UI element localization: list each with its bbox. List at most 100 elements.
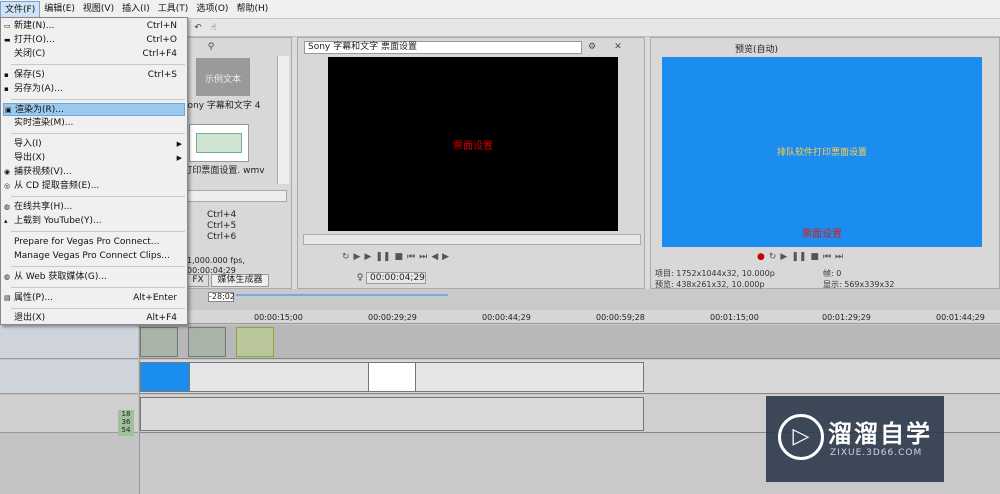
- timeline-clip[interactable]: [140, 327, 178, 357]
- menu-item-realtime-render[interactable]: 实时渲染(M)...: [3, 117, 185, 130]
- timeline-clip-blue[interactable]: [140, 362, 190, 392]
- menu-item-render-as[interactable]: ▣ 渲染为(R)...: [3, 103, 185, 116]
- undo-icon[interactable]: ↶: [192, 22, 204, 34]
- thumbnail-wmv[interactable]: [189, 124, 249, 162]
- menu-tools[interactable]: 工具(T): [154, 1, 193, 18]
- go-start-icon[interactable]: ⏮: [823, 252, 831, 262]
- menu-item-open[interactable]: ▬ 打开(O)... Ctrl+O: [3, 34, 185, 47]
- trimmer-title-dropdown[interactable]: Sony 字幕和文字 票面设置: [304, 41, 582, 54]
- thumbnail-text: 示例文本: [204, 75, 241, 85]
- recent-shortcut: Ctrl+4: [207, 210, 237, 220]
- menu-item-prepare-connect[interactable]: Prepare for Vegas Pro Connect...: [3, 236, 185, 249]
- trimmer-timecode[interactable]: 00:00:04;29: [366, 272, 426, 284]
- menu-item-label: 属性(P)...: [14, 293, 54, 303]
- prev-frame-icon[interactable]: ◀: [431, 252, 438, 262]
- explorer-scrollbar[interactable]: [277, 56, 289, 184]
- ruler-label: 00:00:44;29: [482, 313, 531, 322]
- menu-item-label: 打开(O)...: [14, 35, 55, 45]
- trimmer-video-screen: 票面设置: [328, 57, 618, 231]
- go-end-icon[interactable]: ⏭: [835, 252, 843, 262]
- properties-icon[interactable]: ⚙: [586, 41, 598, 53]
- play-icon[interactable]: ▶: [354, 252, 361, 262]
- menu-item-get-web-media[interactable]: ◍ 从 Web 获取媒体(G)...: [3, 271, 185, 284]
- meter-label: 18: [121, 410, 131, 418]
- video-track-2[interactable]: [140, 360, 1000, 394]
- loop-icon[interactable]: ↻: [769, 252, 777, 262]
- recent-shortcut: Ctrl+5: [207, 221, 237, 231]
- video-track-1[interactable]: [140, 325, 1000, 359]
- capture-icon: ◉: [4, 168, 11, 176]
- menu-item-share-online[interactable]: ◍ 在线共享(H)...: [3, 201, 185, 214]
- frame-value: 0: [836, 269, 842, 278]
- file-menu-dropdown: ▭ 新建(N)... Ctrl+N ▬ 打开(O)... Ctrl+O 关闭(C) Ctr…: [0, 17, 188, 325]
- menu-item-label: 关闭(C): [14, 49, 46, 59]
- folder-icon: ▬: [4, 36, 11, 44]
- menu-item-exit[interactable]: 退出(X) Alt+F4: [3, 312, 185, 325]
- go-start-icon[interactable]: ⏮: [407, 252, 415, 262]
- track-header-2[interactable]: [0, 360, 138, 394]
- pause-icon[interactable]: ❚❚: [375, 252, 390, 262]
- menu-item-manage-connect[interactable]: Manage Vegas Pro Connect Clips...: [3, 250, 185, 263]
- menu-item-save-as[interactable]: ▪ 另存为(A)...: [3, 83, 185, 96]
- menu-item-save[interactable]: ▪ 保存(S) Ctrl+S: [3, 69, 185, 82]
- menu-item-new[interactable]: ▭ 新建(N)... Ctrl+N: [3, 20, 185, 33]
- stop-icon[interactable]: ■: [394, 252, 403, 262]
- close-icon[interactable]: ✕: [612, 41, 624, 53]
- stop-icon[interactable]: ■: [810, 252, 819, 262]
- track-header-1[interactable]: [0, 325, 138, 359]
- audio-clip[interactable]: [140, 397, 644, 431]
- menu-edit[interactable]: 编辑(E): [40, 1, 79, 18]
- play-logo-icon: ▷: [778, 414, 824, 460]
- menu-item-close[interactable]: 关闭(C) Ctrl+F4: [3, 48, 185, 61]
- preview-label: 预览:: [655, 280, 674, 289]
- preview-transport: ● ↻ ▶ ❚❚ ■ ⏮ ⏭: [757, 252, 843, 262]
- timeline-position: -28;02: [208, 292, 235, 302]
- menu-item-import[interactable]: 导入(I) ▶: [3, 138, 185, 151]
- menu-item-label: 上载到 YouTube(Y)...: [14, 216, 102, 226]
- preview-quality-dropdown[interactable]: 预览(自动): [735, 42, 778, 55]
- ruler-label: 00:01:29;29: [822, 313, 871, 322]
- tab-media-generators[interactable]: 媒体生成器: [211, 274, 269, 287]
- menu-view[interactable]: 视图(V): [79, 1, 118, 18]
- help-pointer-icon[interactable]: ☝: [208, 22, 220, 34]
- search-icon[interactable]: ⚲: [205, 41, 217, 53]
- next-frame-icon[interactable]: ▶: [442, 252, 449, 262]
- timeline-clip-thumb[interactable]: [368, 362, 416, 392]
- menu-item-capture-video[interactable]: ◉ 捕获视频(V)...: [3, 166, 185, 179]
- menu-item-shortcut: Alt+Enter: [133, 293, 177, 303]
- pause-icon[interactable]: ❚❚: [791, 252, 806, 262]
- menu-item-upload-youtube[interactable]: ▴ 上载到 YouTube(Y)...: [3, 215, 185, 228]
- menu-insert[interactable]: 插入(I): [118, 1, 154, 18]
- tab-fx[interactable]: FX: [187, 274, 209, 287]
- menu-separator: [11, 64, 185, 65]
- ruler-label: 00:00:59;28: [596, 313, 645, 322]
- record-icon[interactable]: ●: [757, 252, 765, 262]
- save-icon: ▪: [4, 71, 9, 79]
- loop-icon[interactable]: ↻: [342, 252, 350, 262]
- project-info: 项目: 1752x1044x32, 10.000p: [655, 268, 775, 279]
- menu-item-export[interactable]: 导出(X) ▶: [3, 152, 185, 165]
- menu-help[interactable]: 帮助(H): [232, 1, 272, 18]
- menu-item-label: 另存为(A)...: [14, 84, 63, 94]
- menu-options[interactable]: 选项(O): [192, 1, 232, 18]
- project-label: 项目:: [655, 269, 674, 278]
- trimmer-ruler[interactable]: [303, 234, 641, 245]
- cd-icon: ◎: [4, 182, 11, 190]
- timeline-scroll-bar[interactable]: [236, 294, 448, 296]
- thumbnail-text-preset[interactable]: 示例文本: [196, 58, 250, 96]
- preview-value: 438x261x32, 10.000p: [676, 280, 765, 289]
- menu-item-properties[interactable]: ▤ 属性(P)... Alt+Enter: [3, 292, 185, 305]
- menu-file[interactable]: 文件(F): [0, 0, 41, 18]
- globe-icon: ◍: [4, 203, 11, 211]
- timeline-clip[interactable]: [236, 327, 274, 357]
- play-icon[interactable]: ▶: [780, 252, 787, 262]
- menu-item-shortcut: Ctrl+N: [146, 21, 177, 31]
- recent-shortcut: Ctrl+6: [207, 232, 237, 242]
- menu-item-extract-cd[interactable]: ◎ 从 CD 提取音频(E)...: [3, 180, 185, 193]
- submenu-arrow-icon: ▶: [176, 154, 182, 162]
- play-from-start-icon[interactable]: ▶: [364, 252, 371, 262]
- timeline-clip[interactable]: [188, 327, 226, 357]
- menu-item-label: 导出(X): [14, 153, 46, 163]
- display-value: 569x339x32: [844, 280, 895, 289]
- go-end-icon[interactable]: ⏭: [419, 252, 427, 262]
